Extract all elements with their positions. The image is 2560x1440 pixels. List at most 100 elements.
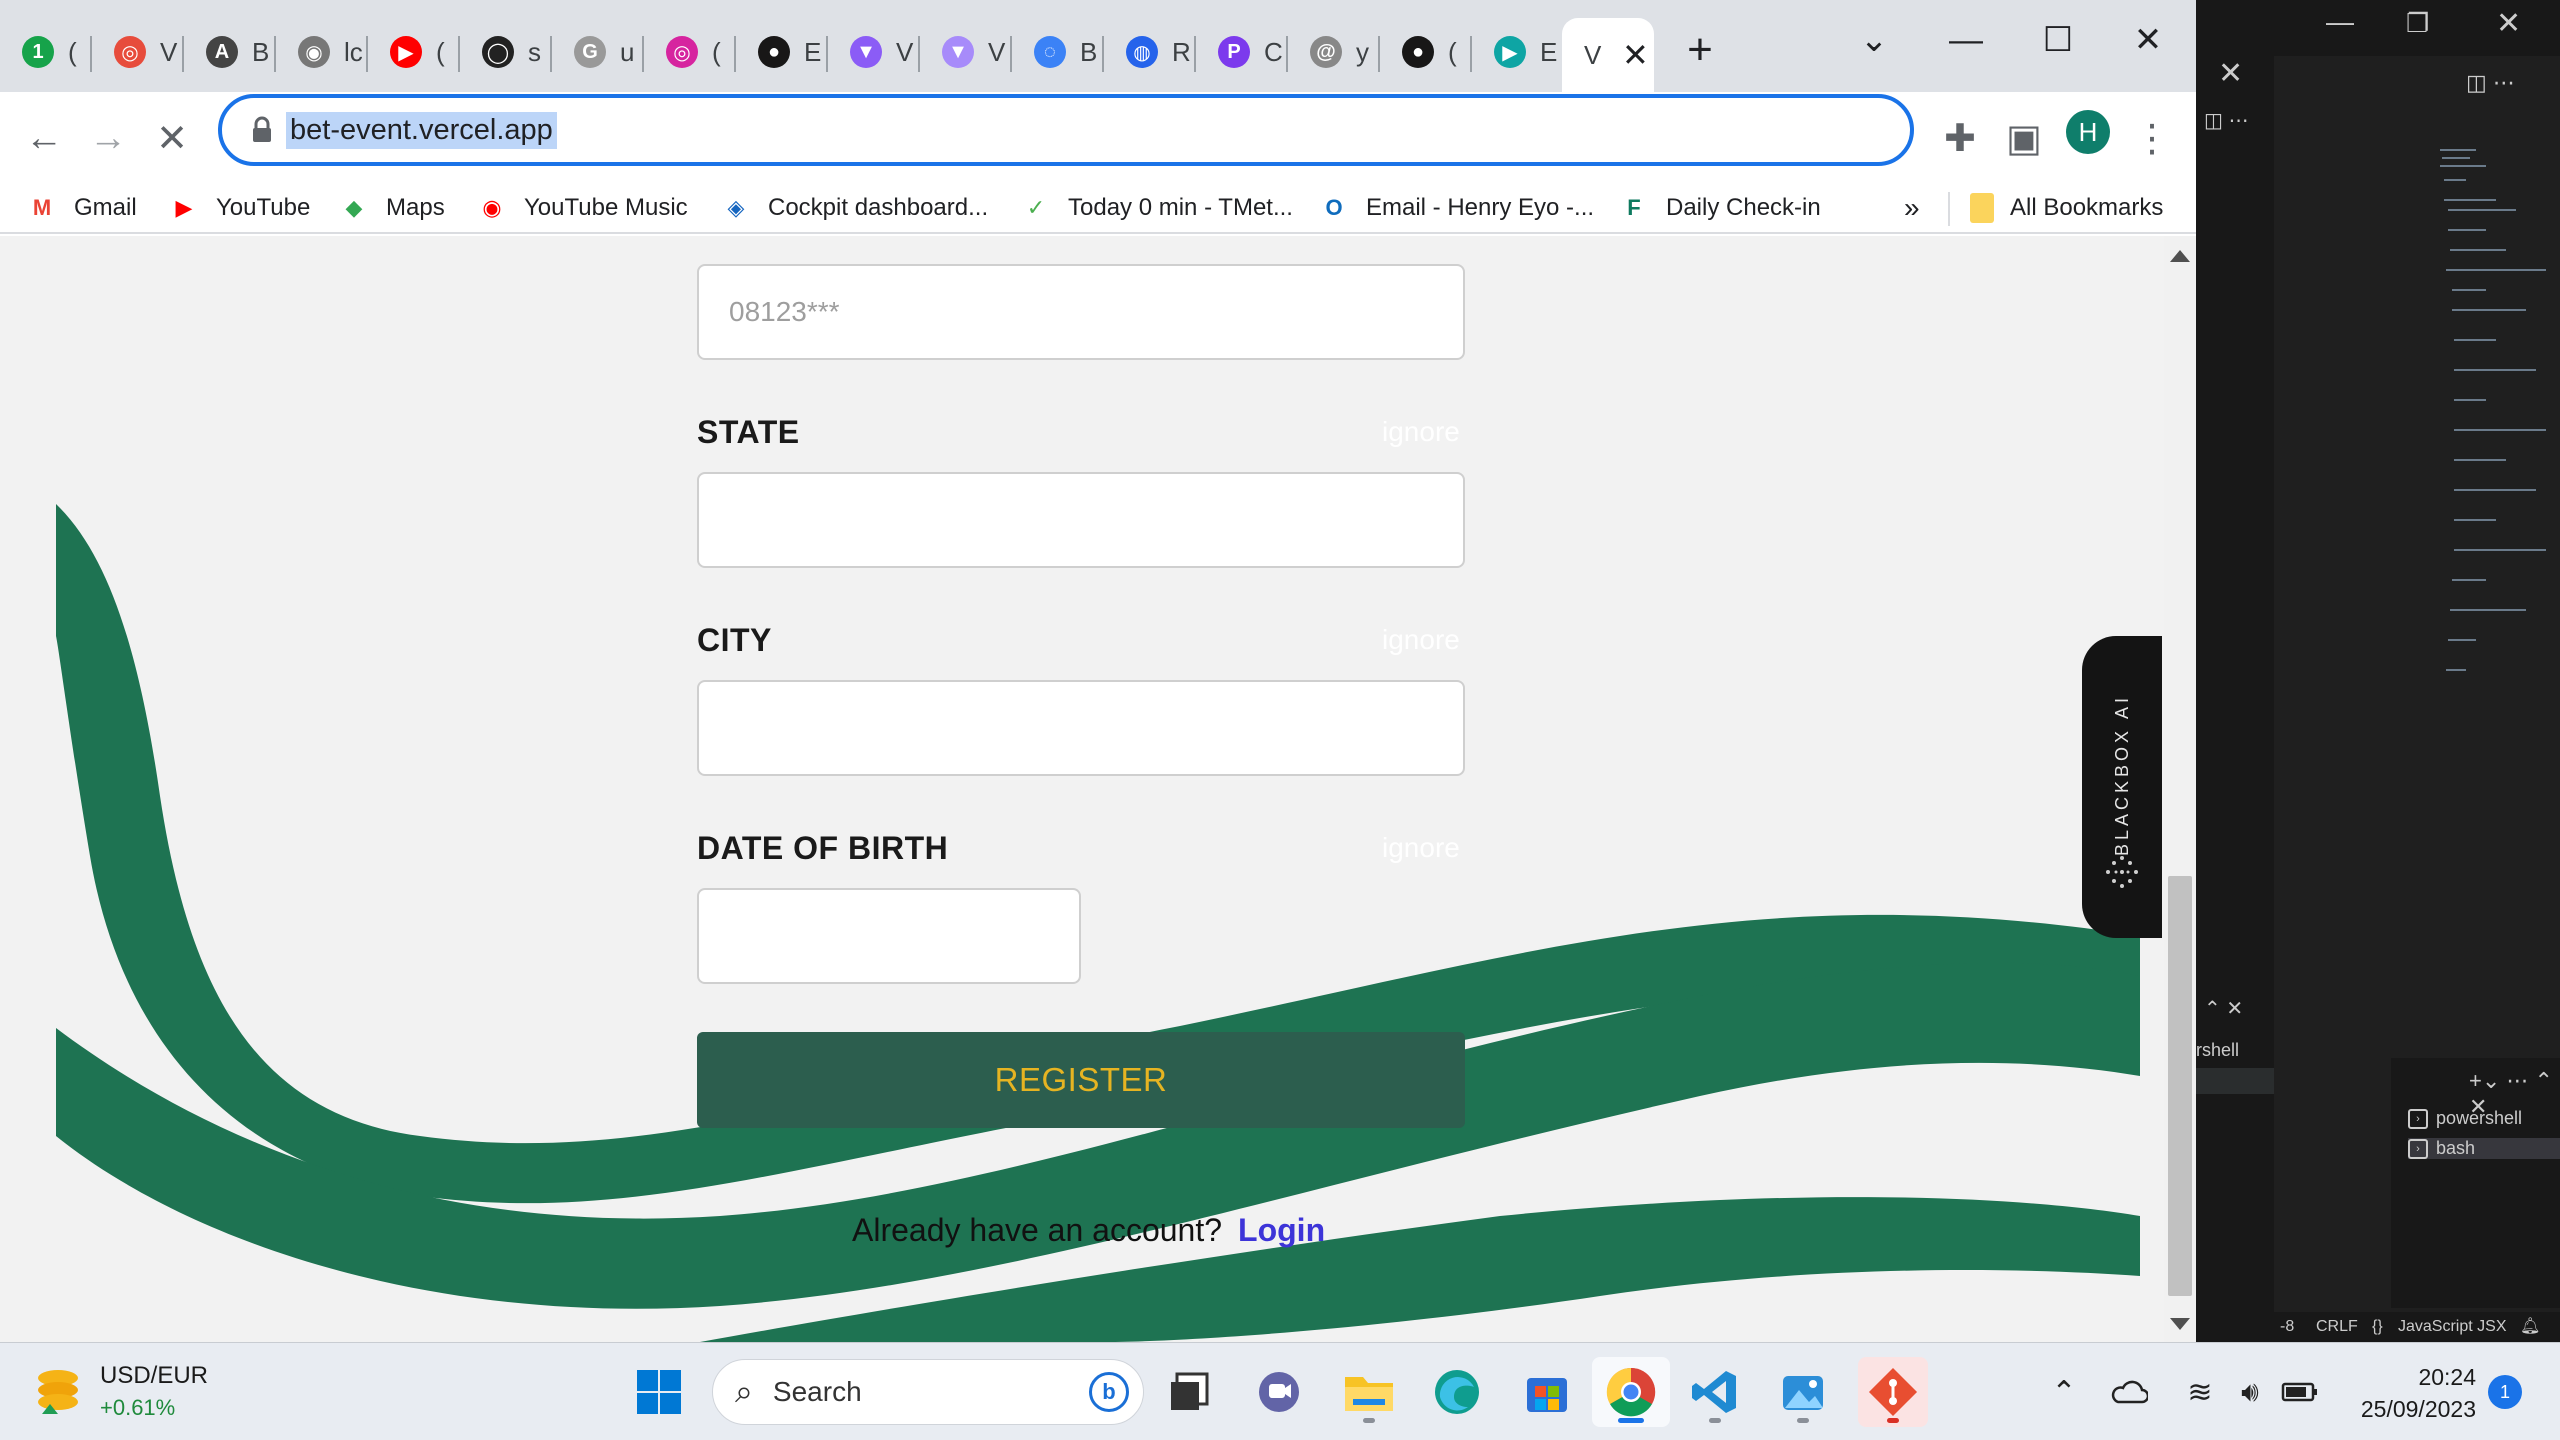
chrome-menu-icon[interactable]: ⋮: [2124, 110, 2180, 166]
close-window-button[interactable]: ✕: [2118, 10, 2178, 70]
browser-tab[interactable]: PC: [1196, 20, 1288, 84]
browser-tab[interactable]: ▼ V: [920, 20, 1012, 84]
bookmark-item[interactable]: M Gmail: [26, 190, 137, 226]
new-tab-button[interactable]: +: [1670, 20, 1730, 80]
bing-icon[interactable]: b: [1089, 1372, 1129, 1412]
address-bar[interactable]: bet-event.vercel.app: [218, 94, 1914, 166]
split-editor-icon[interactable]: ◫ ⋯: [2204, 108, 2248, 133]
vscode-restore-icon[interactable]: ❐: [2406, 8, 2429, 39]
bookmark-item[interactable]: ◉ YouTube Music: [476, 190, 687, 226]
vscode-titlebar: — ❐ ✕: [2196, 0, 2560, 56]
editor-close-icon[interactable]: ✕: [2218, 56, 2243, 91]
windows-start-icon[interactable]: [624, 1357, 694, 1427]
onedrive-cloud-icon[interactable]: [2106, 1357, 2150, 1427]
bookmark-icon: F: [1627, 195, 1641, 220]
edge-browser-icon[interactable]: [1422, 1357, 1492, 1427]
bookmark-icon: ◆: [345, 195, 363, 220]
tab-favicon-icon: ▶: [1494, 36, 1526, 68]
status-eol[interactable]: CRLF: [2316, 1318, 2358, 1336]
browser-tab[interactable]: AB: [184, 20, 276, 84]
tab-search-chevron-icon[interactable]: ⌄: [1844, 10, 1904, 70]
browser-tab[interactable]: 1(: [0, 20, 92, 84]
bookmark-item[interactable]: ▶ YouTube: [168, 190, 311, 226]
browser-tab[interactable]: Gu: [552, 20, 644, 84]
bell-icon[interactable]: 🔔︎: [2520, 1316, 2540, 1336]
phone-input[interactable]: 08123***: [697, 264, 1465, 360]
browser-tab[interactable]: ▶(: [368, 20, 460, 84]
browser-tab[interactable]: ◯ s: [460, 20, 552, 84]
vscode-close-icon[interactable]: ✕: [2496, 6, 2521, 41]
tab-title: E: [1540, 36, 1558, 67]
microsoft-store-icon[interactable]: [1512, 1357, 1582, 1427]
stop-loading-icon[interactable]: ✕: [144, 110, 200, 166]
scroll-thumb[interactable]: [2168, 876, 2192, 1296]
login-link[interactable]: Login: [1238, 1212, 1325, 1248]
register-button[interactable]: REGISTER: [697, 1032, 1465, 1128]
browser-tab[interactable]: ◍ R: [1104, 20, 1196, 84]
task-view-icon[interactable]: [1154, 1357, 1224, 1427]
profile-avatar[interactable]: H: [2066, 110, 2110, 154]
notification-badge[interactable]: 1: [2488, 1375, 2522, 1409]
city-input[interactable]: [697, 680, 1465, 776]
browser-tab[interactable]: ●(: [1380, 20, 1472, 84]
status-language[interactable]: JavaScript JSX: [2398, 1318, 2506, 1336]
terminal-item-bash[interactable]: › bash: [2408, 1138, 2560, 1159]
maximize-button[interactable]: ☐: [2028, 10, 2088, 70]
show-hidden-icons-chevron[interactable]: ⌃: [2042, 1357, 2086, 1427]
chrome-taskbar-icon[interactable]: [1592, 1357, 1670, 1427]
page-scrollbar[interactable]: [2164, 236, 2196, 1342]
teams-chat-icon[interactable]: [1244, 1357, 1314, 1427]
battery-icon[interactable]: [2278, 1357, 2322, 1427]
tab-title: V: [160, 36, 178, 67]
tab-close-icon[interactable]: ✕: [1622, 36, 1649, 74]
blackbox-ai-sidebar-tab[interactable]: BLACKBOX AI: [2082, 636, 2162, 938]
state-input[interactable]: [697, 472, 1465, 568]
git-gui-icon[interactable]: [1858, 1357, 1928, 1427]
scroll-down-arrow-icon[interactable]: [2170, 1318, 2190, 1330]
browser-tab[interactable]: ▼ V: [828, 20, 920, 84]
login-prompt: Already have an account? Login: [852, 1212, 1325, 1249]
all-bookmarks-button[interactable]: All Bookmarks: [1970, 190, 2163, 226]
file-explorer-icon[interactable]: [1334, 1357, 1404, 1427]
bookmarks-overflow-chevron[interactable]: »: [1904, 190, 1920, 226]
scroll-up-arrow-icon[interactable]: [2170, 250, 2190, 262]
minimize-button[interactable]: —: [1936, 10, 1996, 70]
browser-tab[interactable]: ◎ V: [92, 20, 184, 84]
browser-tab[interactable]: @ y: [1288, 20, 1380, 84]
split-editor-right-icon[interactable]: ◫ ⋯: [2466, 70, 2515, 96]
forward-arrow-icon[interactable]: →: [80, 110, 136, 166]
tab-title: (: [68, 36, 77, 67]
bookmark-item[interactable]: ◆ Maps: [338, 190, 445, 226]
extensions-puzzle-icon[interactable]: ✚: [1932, 110, 1988, 166]
bookmarks-divider: [1948, 192, 1950, 226]
bookmark-item[interactable]: O Email - Henry Eyo -...: [1318, 190, 1594, 226]
active-tab[interactable]: V ✕: [1562, 18, 1654, 92]
widget-value: +0.61%: [100, 1395, 176, 1420]
browser-tab[interactable]: ▶ E: [1472, 20, 1564, 84]
tab-title: E: [804, 36, 822, 67]
bookmark-item[interactable]: F Daily Check-in: [1618, 190, 1820, 226]
system-clock[interactable]: 20:24 25/09/2023: [2346, 1361, 2476, 1425]
browser-tab[interactable]: ● E: [736, 20, 828, 84]
url-text[interactable]: bet-event.vercel.app: [286, 112, 557, 149]
status-encoding[interactable]: -8: [2280, 1318, 2294, 1336]
photos-icon[interactable]: [1768, 1357, 1838, 1427]
vscode-taskbar-icon[interactable]: [1680, 1357, 1750, 1427]
tab-strip: 1(◎ V A B ◉ lc ▶(◯ s Gu ◎(● E ▼ V ▼ V ◌ B ◍ R P C @ y ●(▶ E V ✕ …: [0, 0, 2196, 92]
back-arrow-icon[interactable]: ←: [16, 110, 72, 166]
date-of-birth-input[interactable]: [697, 888, 1081, 984]
browser-tab[interactable]: ◌ B: [1012, 20, 1104, 84]
panel-controls-icon[interactable]: ⌃ ✕: [2204, 996, 2243, 1021]
side-panel-icon[interactable]: ▣: [1996, 110, 2052, 166]
bookmark-item[interactable]: ◈ Cockpit dashboard...: [720, 190, 989, 226]
taskbar-search-input[interactable]: ⌕ Search b: [712, 1359, 1144, 1425]
currency-widget[interactable]: USD/EUR +0.61%: [30, 1359, 208, 1425]
vscode-minimize-icon[interactable]: —: [2326, 6, 2354, 38]
bookmark-item[interactable]: ✓ Today 0 min - TMet...: [1020, 190, 1293, 226]
browser-tab[interactable]: ◎(: [644, 20, 736, 84]
volume-icon[interactable]: 🔊︎: [2228, 1357, 2272, 1427]
terminal-item-powershell[interactable]: › powershell: [2408, 1108, 2522, 1129]
browser-tab[interactable]: ◉ lc: [276, 20, 368, 84]
wifi-icon[interactable]: ≋: [2178, 1357, 2222, 1427]
tab-title: V: [896, 36, 914, 67]
